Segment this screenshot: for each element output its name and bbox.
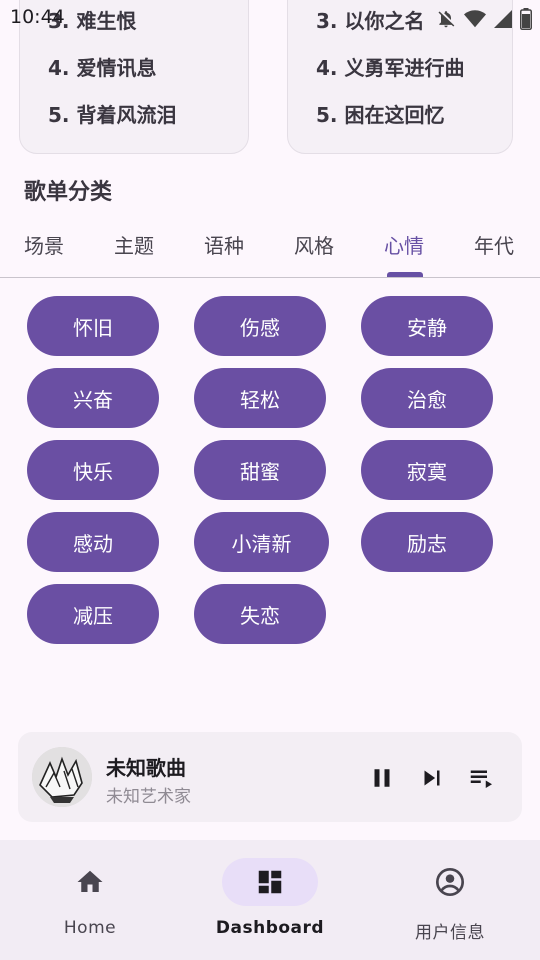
nav-item-user-info[interactable]: 用户信息 — [360, 840, 540, 960]
nav-label-dashboard: Dashboard — [215, 918, 325, 938]
category-chip[interactable]: 伤感 — [194, 296, 326, 356]
album-art[interactable] — [32, 747, 92, 807]
tab-indicator — [387, 272, 423, 277]
song-artist: 未知艺术家 — [106, 787, 191, 807]
category-chip[interactable]: 励志 — [361, 512, 493, 572]
tab-theme[interactable]: 主题 — [114, 230, 154, 259]
tab-scene[interactable]: 场景 — [24, 230, 64, 259]
top-list-item[interactable]: 5. 困在这回忆 — [316, 99, 464, 146]
dashboard-icon — [258, 870, 282, 894]
category-chip[interactable]: 甜蜜 — [194, 440, 326, 500]
category-chip[interactable]: 快乐 — [27, 440, 159, 500]
skip-next-icon — [424, 770, 440, 786]
section-title: 歌单分类 — [24, 180, 113, 205]
nav-label-home: Home — [63, 918, 117, 938]
pause-button[interactable] — [367, 763, 397, 793]
top-list-item[interactable]: 5. 背着风流泪 — [48, 99, 176, 146]
category-chip[interactable]: 治愈 — [361, 368, 493, 428]
battery-icon — [520, 8, 532, 30]
mini-player[interactable]: 未知歌曲 未知艺术家 — [18, 732, 522, 822]
skip-next-button[interactable] — [417, 763, 447, 793]
account-circle-icon — [436, 868, 464, 896]
queue-music-icon — [470, 770, 492, 788]
status-bar: 10:44 — [0, 0, 540, 36]
nav-item-home[interactable]: Home — [0, 840, 180, 960]
tab-mood[interactable]: 心情 — [384, 230, 424, 259]
signal-icon — [494, 10, 512, 28]
category-chip[interactable]: 感动 — [27, 512, 159, 572]
category-chip[interactable]: 寂寞 — [361, 440, 493, 500]
status-icons — [436, 8, 532, 30]
queue-button[interactable] — [466, 763, 496, 793]
bottom-navigation: Home Dashboard 用户信息 — [0, 840, 540, 960]
nav-icon-container — [402, 858, 498, 906]
nav-label-user-info: 用户信息 — [415, 923, 485, 943]
category-chip[interactable]: 兴奋 — [27, 368, 159, 428]
wifi-icon — [464, 9, 486, 29]
status-time: 10:44 — [10, 6, 65, 28]
top-list-item[interactable]: 4. 爱情讯息 — [48, 52, 176, 99]
top-list-item[interactable]: 4. 义勇军进行曲 — [316, 52, 464, 99]
pause-icon — [374, 769, 390, 787]
tab-era[interactable]: 年代 — [474, 230, 514, 259]
nav-icon-container-active — [222, 858, 318, 906]
category-chip[interactable]: 减压 — [27, 584, 159, 644]
tab-style[interactable]: 风格 — [294, 230, 334, 259]
song-title: 未知歌曲 — [106, 756, 186, 780]
tab-language[interactable]: 语种 — [204, 230, 244, 259]
category-chip[interactable]: 轻松 — [194, 368, 326, 428]
category-chip[interactable]: 怀旧 — [27, 296, 159, 356]
category-chip[interactable]: 安静 — [361, 296, 493, 356]
category-chip[interactable]: 失恋 — [194, 584, 326, 644]
nav-item-dashboard[interactable]: Dashboard — [180, 840, 360, 960]
notifications-off-icon — [436, 9, 456, 29]
home-icon — [77, 870, 103, 892]
category-tabs: 场景 主题 语种 风格 心情 年代 — [0, 220, 540, 278]
nav-icon-container — [42, 858, 138, 906]
category-chip[interactable]: 小清新 — [194, 512, 329, 572]
